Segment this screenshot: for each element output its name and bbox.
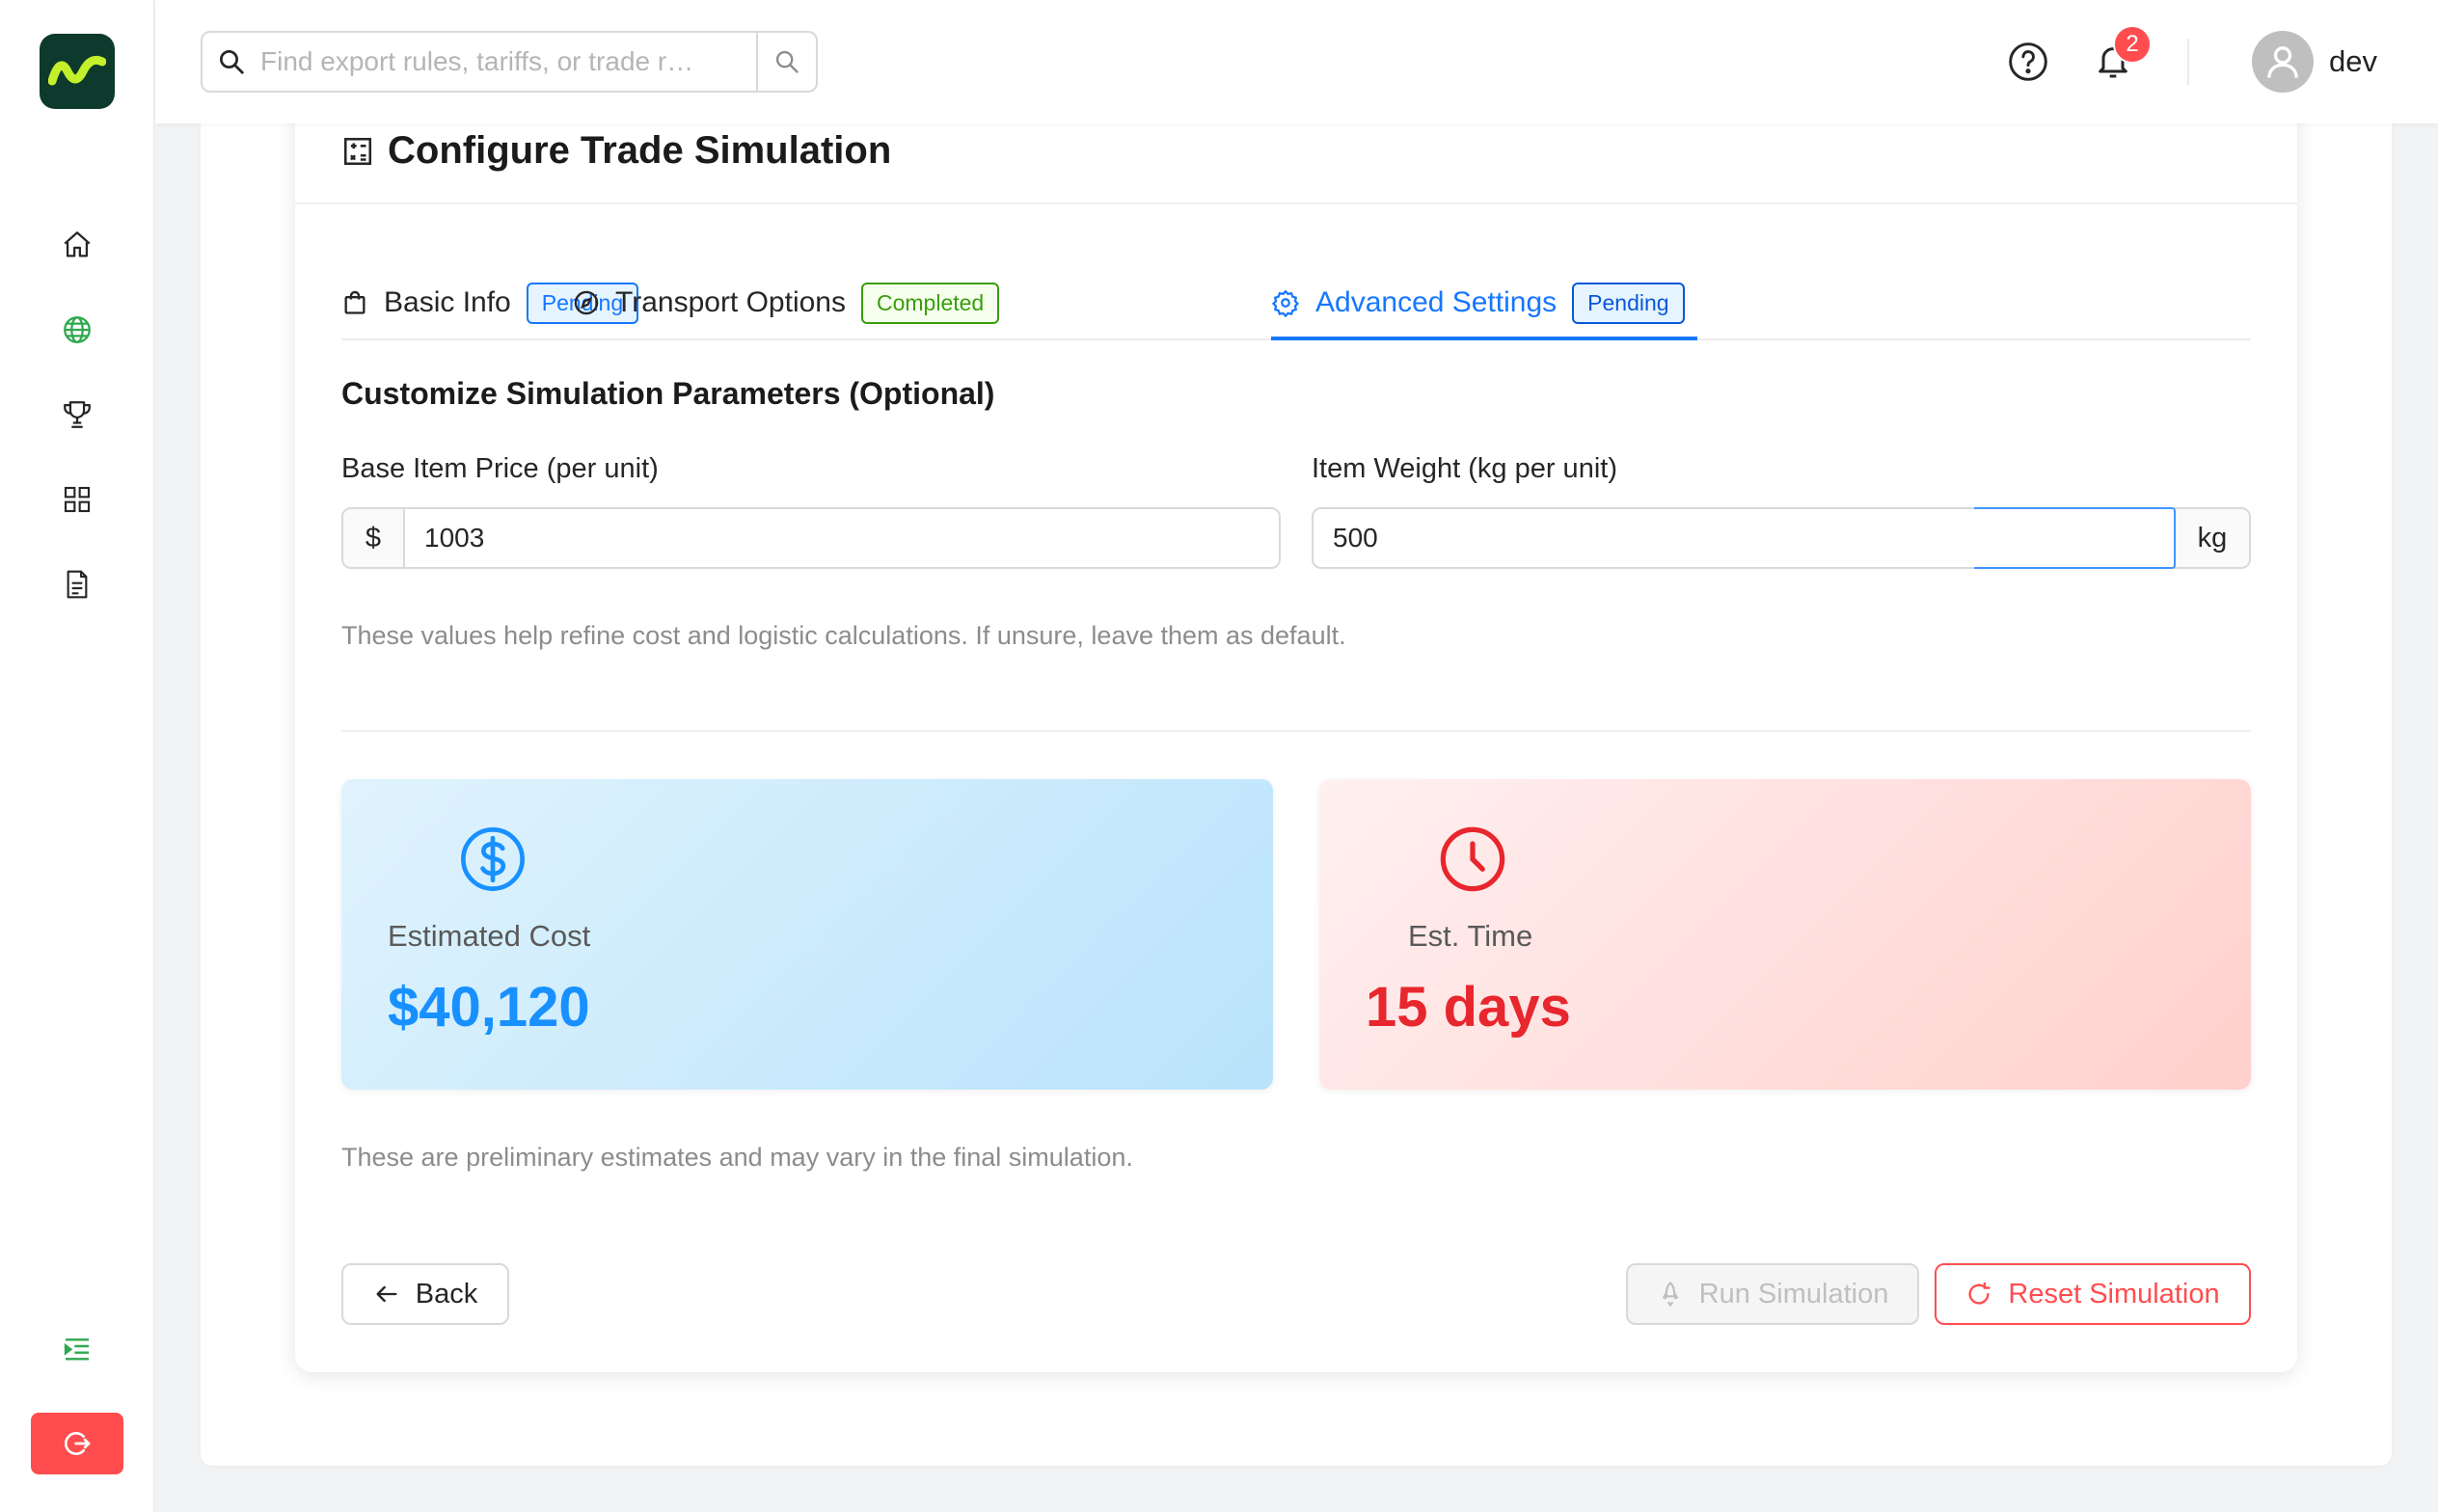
top-header: 2 dev xyxy=(155,0,2438,123)
currency-prefix: $ xyxy=(343,509,405,567)
help-text: These values help refine cost and logist… xyxy=(341,621,1346,650)
reset-simulation-button[interactable]: Reset Simulation xyxy=(1935,1263,2251,1325)
rocket-icon xyxy=(1662,1282,1678,1307)
logout-icon xyxy=(65,1432,91,1455)
notification-badge: 2 xyxy=(2113,25,2152,64)
back-label: Back xyxy=(415,1278,478,1310)
avatar[interactable] xyxy=(2252,31,2314,93)
section-divider xyxy=(341,730,2251,732)
weight-input[interactable] xyxy=(1314,509,2174,567)
tab-transport-options[interactable]: Transport Options Completed xyxy=(573,265,1000,340)
run-label: Run Simulation xyxy=(1698,1278,1889,1310)
indent-icon[interactable] xyxy=(54,1327,100,1373)
help-icon[interactable] xyxy=(2005,39,2051,85)
weight-label: Item Weight (kg per unit) xyxy=(1312,453,1617,484)
price-input-group: $ xyxy=(341,507,1281,569)
sidebar xyxy=(0,0,154,1512)
compass-icon xyxy=(574,290,599,315)
estimate-note: These are preliminary estimates and may … xyxy=(341,1143,1133,1172)
price-label: Base Item Price (per unit) xyxy=(341,453,659,484)
price-input[interactable] xyxy=(405,509,1279,567)
simulation-card: Configure Trade Simulation Basic Info Pe… xyxy=(295,96,2297,1372)
estimated-cost-card: Estimated Cost $40,120 xyxy=(341,779,1273,1090)
grid-icon[interactable] xyxy=(54,476,100,523)
calculator-icon xyxy=(343,137,372,166)
trophy-icon[interactable] xyxy=(54,392,100,438)
globe-icon[interactable] xyxy=(54,307,100,353)
tab-label: Basic Info xyxy=(384,286,511,318)
weight-input-group: kg xyxy=(1312,507,2251,569)
logout-button[interactable] xyxy=(31,1413,123,1474)
time-label: Est. Time xyxy=(1408,919,1533,953)
page-title: Configure Trade Simulation xyxy=(388,129,892,172)
header-divider xyxy=(2187,39,2189,85)
gear-icon xyxy=(1271,289,1300,317)
cost-label: Estimated Cost xyxy=(388,919,591,953)
reset-label: Reset Simulation xyxy=(2008,1278,2220,1310)
search-icon xyxy=(203,47,260,76)
arrow-left-icon xyxy=(376,1285,397,1303)
document-icon[interactable] xyxy=(54,561,100,608)
estimated-time-card: Est. Time 15 days xyxy=(1319,779,2251,1090)
run-simulation-button[interactable]: Run Simulation xyxy=(1626,1263,1919,1325)
tab-label: Advanced Settings xyxy=(1315,286,1558,318)
step-tabs: Basic Info Pending Transport Options Com… xyxy=(341,265,2251,340)
user-icon xyxy=(2267,46,2298,78)
section-title: Customize Simulation Parameters (Optiona… xyxy=(341,376,995,411)
unit-suffix: kg xyxy=(2174,509,2249,567)
search-button[interactable] xyxy=(756,33,816,91)
shopping-bag-icon xyxy=(344,290,366,314)
search-input[interactable] xyxy=(260,33,756,91)
tab-label: Transport Options xyxy=(615,286,846,318)
search-bar xyxy=(201,31,818,93)
status-badge: Completed xyxy=(861,282,1000,324)
back-button[interactable]: Back xyxy=(341,1263,509,1325)
tab-advanced-settings[interactable]: Advanced Settings Pending xyxy=(1271,265,1685,340)
wave-logo-icon[interactable] xyxy=(40,34,115,109)
status-badge: Pending xyxy=(1572,282,1685,324)
dollar-icon xyxy=(461,827,525,891)
clock-icon xyxy=(1440,826,1505,892)
active-tab-indicator xyxy=(1271,337,1697,340)
time-value: 15 days xyxy=(1366,976,1571,1039)
username[interactable]: dev xyxy=(2329,44,2377,79)
reload-icon xyxy=(1968,1282,1991,1305)
home-icon[interactable] xyxy=(54,222,100,268)
cost-value: $40,120 xyxy=(388,976,590,1039)
